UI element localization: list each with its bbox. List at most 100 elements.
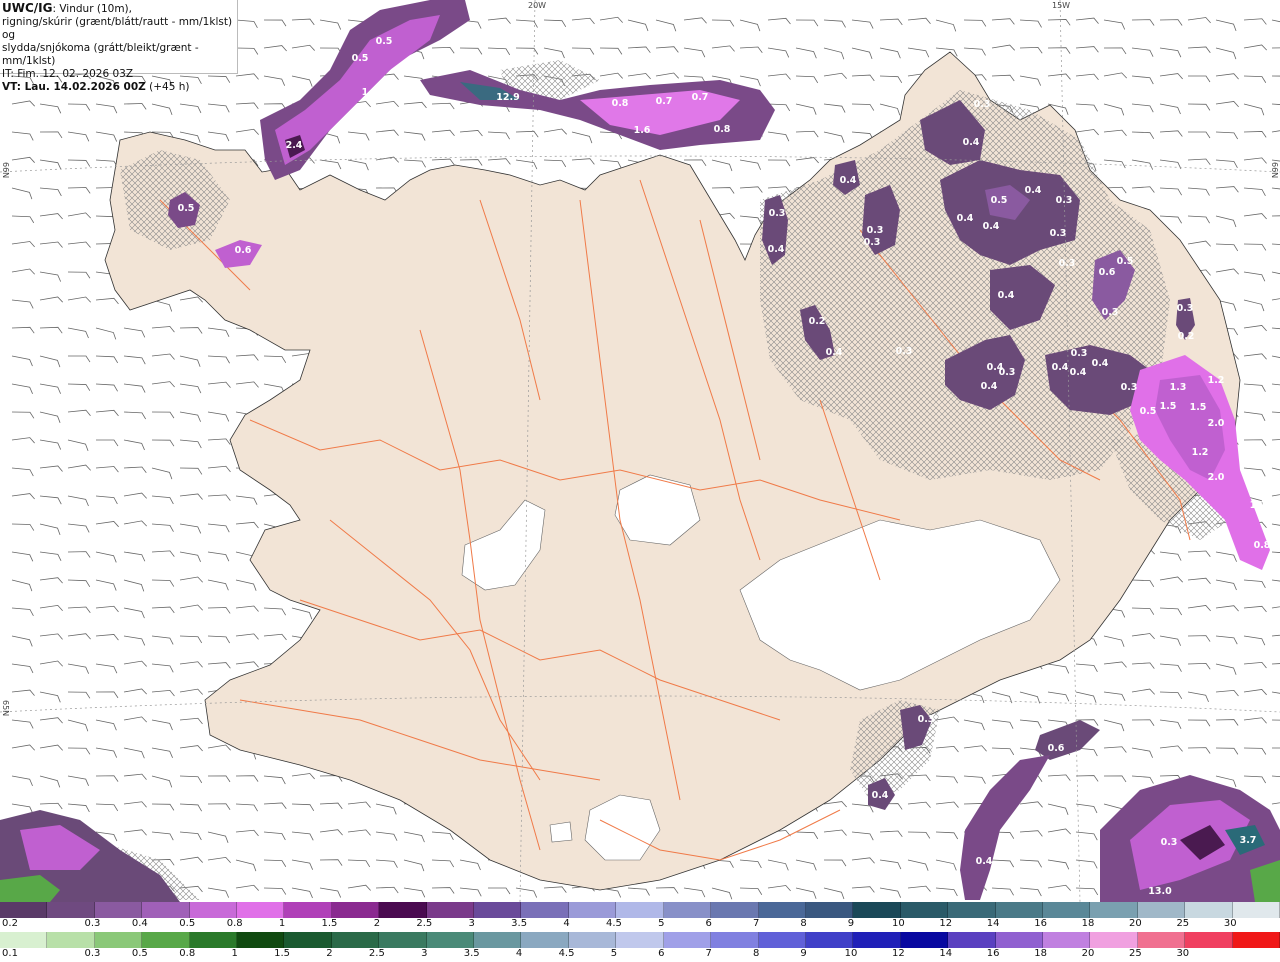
precip-value-label: 1.6 xyxy=(634,125,651,136)
precip-value-label: 2.0 xyxy=(1208,418,1225,429)
precip-value-label: 0.3 xyxy=(896,346,913,357)
legend-label: 0.2 xyxy=(2,918,18,929)
forecast-info-box: UWC/IG: Vindur (10m), rigning/skúrir (gr… xyxy=(0,0,238,93)
legend-swatch xyxy=(189,932,238,948)
precip-value-label: 0.5 xyxy=(352,53,369,64)
legend-swatch xyxy=(1185,932,1233,948)
legend-swatch xyxy=(94,902,143,918)
legend-label: 2 xyxy=(373,918,381,929)
precip-value-label: 0.6 xyxy=(235,245,252,256)
legend-swatch xyxy=(948,902,996,918)
legend-swatch xyxy=(711,932,759,948)
legend-swatch xyxy=(805,902,854,918)
legend-swatch xyxy=(1090,932,1138,948)
precip-value-label: 1.1 xyxy=(362,87,379,98)
precip-value-label: 0.3 xyxy=(1059,258,1076,269)
lat-label-left: 66N xyxy=(1,162,10,179)
legend-swatch xyxy=(995,932,1043,948)
legend-swatch xyxy=(1232,902,1280,918)
precip-value-label: 2.4 xyxy=(286,140,303,151)
legend-label: 0.8 xyxy=(226,918,243,929)
legend-label: 3.5 xyxy=(463,948,480,959)
precip-value-label: 1.5 xyxy=(1190,402,1207,413)
rain-description: rigning/skúrir (grænt/blátt/rautt - mm/1… xyxy=(2,16,233,41)
precip-value-label: 0.8 xyxy=(1254,540,1271,551)
legend-swatch xyxy=(758,902,806,918)
precip-value-label: 12.9 xyxy=(496,92,519,103)
precip-value-label: 0.4 xyxy=(983,221,1000,232)
initial-time: IT: Fim. 12. 02. 2026 03Z xyxy=(2,68,134,80)
legend-label: 30 xyxy=(1223,918,1237,929)
legend-swatch xyxy=(948,932,996,948)
precip-value-label: 0.3 xyxy=(974,99,991,110)
precip-value-label: 0.8 xyxy=(714,124,731,135)
legend-swatch xyxy=(331,902,380,918)
precip-value-label: 0.5 xyxy=(991,195,1008,206)
legend-label: 2 xyxy=(326,948,333,959)
legend-label: 0.3 xyxy=(84,918,101,929)
legend-label: 8 xyxy=(752,948,760,959)
legend-label: 1 xyxy=(231,948,238,959)
precip-value-label: 0.2 xyxy=(809,316,826,327)
legend-label: 6 xyxy=(705,918,712,929)
legend-label: 20 xyxy=(1129,918,1142,929)
precip-value-label: 0.3 xyxy=(1161,837,1178,848)
precip-value-label: 0.3 xyxy=(1102,307,1119,318)
legend-label: 16 xyxy=(986,948,1000,959)
legend-swatch xyxy=(568,902,617,918)
precip-value-label: 0.3 xyxy=(1050,228,1067,239)
legend-swatch xyxy=(0,902,48,918)
legend-label: 3 xyxy=(468,918,475,929)
precip-value-label: 0.4 xyxy=(976,856,993,867)
legend-swatch xyxy=(284,902,332,918)
snow-color-bar xyxy=(0,902,1280,918)
legend-label: 1.5 xyxy=(274,948,291,959)
legend-label: 25 xyxy=(1176,918,1190,929)
legend-label: 0.1 xyxy=(2,948,18,959)
precip-value-label: 2.0 xyxy=(1208,472,1225,483)
precip-value-label: 0.4 xyxy=(768,244,785,255)
legend-label: 12 xyxy=(939,918,953,929)
legend-label: 1 xyxy=(278,918,286,929)
legend-swatch xyxy=(805,932,854,948)
precip-value-label: 0.4 xyxy=(957,213,974,224)
legend-label: 3 xyxy=(421,948,428,959)
lat-label-south: 65N xyxy=(1,700,10,717)
legend-label: 4 xyxy=(563,918,570,929)
precip-value-label: 0.3 xyxy=(1121,382,1138,393)
legend-label: 0.4 xyxy=(131,918,148,929)
legend-swatch xyxy=(663,932,712,948)
legend-swatch xyxy=(568,932,617,948)
precip-value-label: 0.5 xyxy=(376,36,393,47)
precip-value-label: 0.8 xyxy=(612,98,629,109)
precip-value-label: 0.5 xyxy=(1140,406,1157,417)
precip-value-label: 0.3 xyxy=(1177,303,1194,314)
legend-swatch xyxy=(853,932,901,948)
legend-label: 10 xyxy=(844,948,858,959)
legend-swatch xyxy=(0,932,48,948)
precip-value-label: 0.3 xyxy=(867,225,884,236)
legend-label: 0.5 xyxy=(179,918,196,929)
precip-value-label: 0.3 xyxy=(769,208,786,219)
legend-swatch xyxy=(758,932,806,948)
legend-swatch xyxy=(1042,932,1091,948)
legend-swatch xyxy=(237,902,285,918)
legend-swatch xyxy=(189,902,238,918)
legend-label: 5 xyxy=(610,948,618,959)
legend-swatch xyxy=(616,932,664,948)
legend-swatch xyxy=(521,902,569,918)
precip-value-label: 0.3 xyxy=(999,367,1016,378)
precip-value-label: 0.2 xyxy=(1178,331,1195,342)
precip-value-label: 0.6 xyxy=(1099,267,1116,278)
lead-time: (+45 h) xyxy=(145,81,190,93)
legend-swatch xyxy=(47,932,95,948)
legend-swatch xyxy=(1090,902,1138,918)
legend-swatch xyxy=(379,932,427,948)
lon-label-20w: 20W xyxy=(528,1,547,10)
legend-swatch xyxy=(142,902,190,918)
legend-swatch xyxy=(1137,932,1186,948)
product-title-rest: : Vindur (10m), xyxy=(52,3,132,15)
legend-swatch xyxy=(426,932,475,948)
weather-map: 0.50.51.1 12.92.40.50.60.8 0.7 0.71.6 0.80.3… xyxy=(0,0,1280,902)
legend-swatch xyxy=(47,902,95,918)
